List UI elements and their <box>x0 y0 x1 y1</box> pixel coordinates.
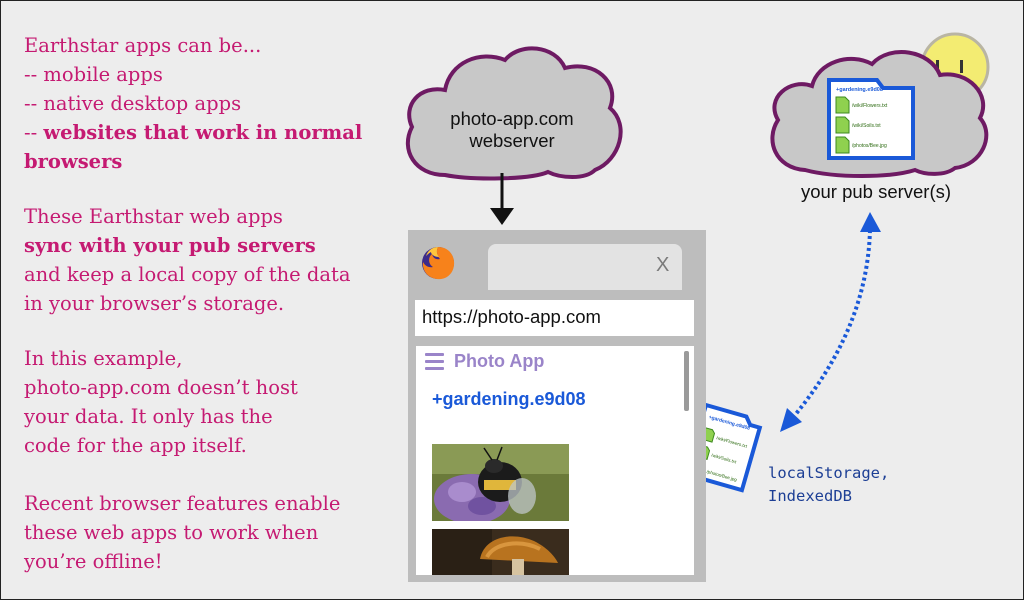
webserver-domain: photo-app.com <box>450 108 574 129</box>
app-title: Photo App <box>454 351 545 371</box>
pub-doc-icon-3 <box>835 136 850 154</box>
pub-workspace-label: +gardening.e9d08 <box>836 87 883 93</box>
pub-doc-icon-2 <box>835 116 850 134</box>
pub-folder-icon: +gardening.e9d08 /wiki/Flowers.txt /wiki… <box>827 78 915 160</box>
webserver-role: webserver <box>469 130 555 151</box>
pub-file-3: /photos/Bee.jpg <box>852 143 887 149</box>
bee-photo[interactable] <box>432 444 569 521</box>
sync-arrow-line <box>793 229 872 417</box>
firefox-icon <box>422 247 455 280</box>
pub-file-1: /wiki/Flowers.txt <box>852 103 888 109</box>
page-scrollbar[interactable] <box>684 351 689 411</box>
mushroom-photo[interactable] <box>432 529 569 575</box>
pub-doc-icon-1 <box>835 96 850 114</box>
tab-close-button[interactable]: X <box>656 254 669 277</box>
local-storage-label: localStorage, IndexedDB <box>768 462 889 508</box>
pub-file-2: /wiki/Soils.txt <box>852 123 881 129</box>
url-bar[interactable]: https://photo-app.com <box>415 300 694 336</box>
pub-server-label: your pub server(s) <box>800 181 952 202</box>
workspace-link[interactable]: +gardening.e9d08 <box>432 389 586 410</box>
local-storage-line-1: localStorage, <box>768 464 890 482</box>
webserver-arrow-head <box>490 208 514 225</box>
hamburger-menu-icon[interactable] <box>425 353 444 374</box>
sun-eye-right <box>960 60 963 73</box>
webserver-label: photo-app.com webserver <box>432 108 592 152</box>
browser-tab[interactable] <box>488 244 682 290</box>
local-storage-line-2: IndexedDB <box>768 487 852 505</box>
sync-arrow-head-top <box>860 212 881 232</box>
